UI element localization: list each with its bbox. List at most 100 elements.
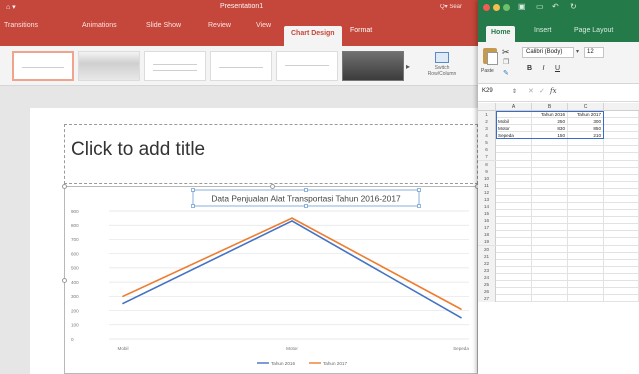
table-cell[interactable] [604, 167, 639, 175]
check-icon[interactable]: ✓ [539, 87, 545, 95]
table-cell[interactable] [604, 125, 639, 133]
italic-button[interactable]: I [538, 64, 549, 74]
row-number[interactable]: 17 [478, 224, 496, 232]
row-number[interactable]: 20 [478, 245, 496, 253]
table-cell[interactable] [604, 203, 639, 211]
table-cell[interactable] [496, 280, 532, 288]
table-cell[interactable] [568, 266, 604, 274]
paste-icon[interactable] [483, 48, 498, 65]
row-number[interactable]: 12 [478, 188, 496, 196]
table-cell[interactable] [532, 252, 568, 260]
chevron-down-icon[interactable]: ▾ [576, 48, 579, 55]
save-icon[interactable]: ▭ [536, 2, 544, 11]
table-cell[interactable] [604, 217, 639, 225]
table-cell[interactable]: 830 [532, 125, 568, 133]
name-box[interactable]: K29 [482, 88, 508, 94]
table-cell[interactable] [496, 259, 532, 267]
close-window-button[interactable] [483, 4, 490, 11]
table-cell[interactable] [604, 160, 639, 168]
paste-label[interactable]: Paste [481, 68, 494, 74]
row-number[interactable]: 3 [478, 125, 496, 133]
font-name-select[interactable]: Calibri (Body) [522, 47, 574, 58]
tab-review[interactable]: Review [208, 22, 231, 29]
table-cell[interactable] [568, 224, 604, 232]
table-cell[interactable] [496, 252, 532, 260]
table-cell[interactable]: 850 [568, 125, 604, 133]
table-cell[interactable] [604, 295, 639, 303]
table-cell[interactable] [532, 273, 568, 281]
table-cell[interactable] [604, 174, 639, 182]
table-cell[interactable] [568, 280, 604, 288]
table-cell[interactable] [604, 259, 639, 267]
table-cell[interactable] [568, 153, 604, 161]
row-number[interactable]: 5 [478, 139, 496, 147]
table-cell[interactable] [496, 273, 532, 281]
line-chart[interactable]: Data Penjualan Alat Transportasi Tahun 2… [65, 187, 479, 374]
bold-button[interactable]: B [524, 64, 535, 74]
row-number[interactable]: 21 [478, 252, 496, 260]
table-cell[interactable] [532, 238, 568, 246]
table-cell[interactable] [496, 153, 532, 161]
chart-style-6[interactable] [342, 51, 404, 81]
table-cell[interactable] [604, 288, 639, 295]
redo-icon[interactable]: ↻ [570, 2, 577, 11]
table-cell[interactable]: Tahun 2016 [532, 111, 568, 118]
switch-row-column-button[interactable]: Switch Row/Column [424, 52, 460, 82]
table-cell[interactable] [532, 245, 568, 253]
tab-insert[interactable]: Insert [534, 27, 552, 34]
table-cell[interactable] [532, 295, 568, 303]
table-cell[interactable] [532, 217, 568, 225]
table-cell[interactable] [568, 217, 604, 225]
table-cell[interactable] [604, 210, 639, 218]
table-cell[interactable] [604, 252, 639, 260]
table-cell[interactable]: Tahun 2017 [568, 111, 604, 118]
table-cell[interactable] [532, 153, 568, 161]
chart-style-2[interactable] [78, 51, 140, 81]
table-cell[interactable]: 210 [568, 132, 604, 140]
table-cell[interactable] [568, 203, 604, 211]
table-cell[interactable] [568, 231, 604, 239]
table-cell[interactable] [568, 181, 604, 189]
table-cell[interactable] [568, 288, 604, 295]
minimize-window-button[interactable] [493, 4, 500, 11]
table-cell[interactable] [532, 181, 568, 189]
slide-canvas[interactable]: Click to add title Data Penjualan Alat T… [30, 108, 480, 374]
column-header-a[interactable]: A [496, 103, 532, 111]
tab-page-layout[interactable]: Page Layout [574, 27, 613, 34]
row-number[interactable]: 11 [478, 181, 496, 189]
tab-slide-show[interactable]: Slide Show [146, 22, 181, 29]
table-cell[interactable] [604, 111, 639, 118]
table-cell[interactable] [496, 224, 532, 232]
table-cell[interactable] [568, 210, 604, 218]
row-number[interactable]: 4 [478, 132, 496, 140]
table-cell[interactable] [604, 139, 639, 147]
table-cell[interactable]: Sepeda [496, 132, 532, 140]
table-cell[interactable] [532, 139, 568, 147]
grid-icon[interactable]: ▣ [518, 2, 526, 11]
table-cell[interactable] [532, 280, 568, 288]
row-number[interactable]: 8 [478, 160, 496, 168]
row-number[interactable]: 24 [478, 273, 496, 281]
select-all-corner[interactable] [478, 103, 496, 111]
undo-icon[interactable]: ↶ [552, 2, 559, 11]
table-cell[interactable] [532, 195, 568, 203]
column-header-d[interactable] [604, 103, 639, 111]
chart-style-5[interactable] [276, 51, 338, 81]
table-cell[interactable] [604, 245, 639, 253]
underline-button[interactable]: U [552, 64, 563, 74]
table-cell[interactable] [532, 224, 568, 232]
table-cell[interactable] [532, 288, 568, 295]
table-cell[interactable] [568, 146, 604, 154]
table-cell[interactable] [496, 146, 532, 154]
table-cell[interactable]: Motor [496, 125, 532, 133]
chart-style-3[interactable] [144, 51, 206, 81]
function-icon[interactable]: fx [550, 87, 557, 95]
table-cell[interactable] [568, 160, 604, 168]
row-number[interactable]: 7 [478, 153, 496, 161]
title-placeholder[interactable]: Click to add title [64, 124, 478, 184]
tab-chart-design[interactable]: Chart Design [284, 26, 342, 46]
table-cell[interactable] [496, 167, 532, 175]
table-cell[interactable] [532, 146, 568, 154]
table-cell[interactable] [568, 295, 604, 303]
row-number[interactable]: 6 [478, 146, 496, 154]
